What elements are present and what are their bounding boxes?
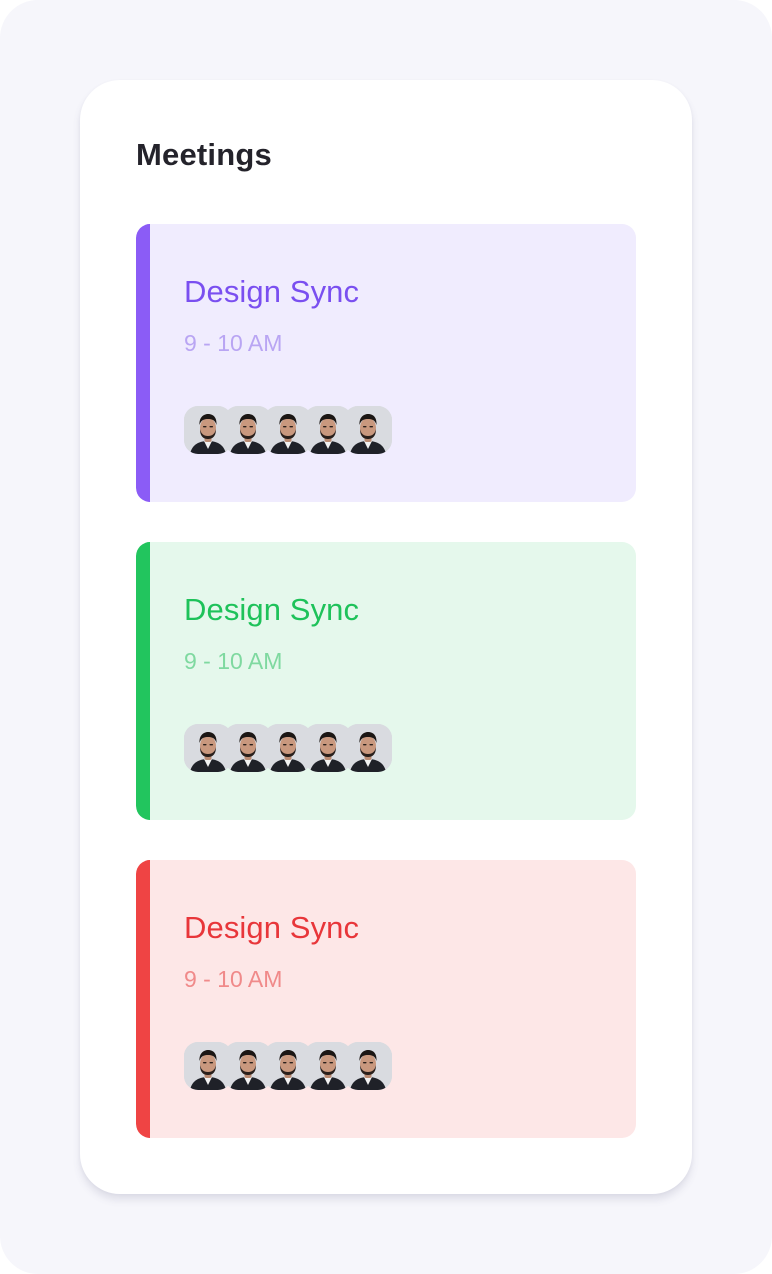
meeting-card[interactable]: Design Sync 9 - 10 AM — [136, 860, 636, 1138]
meeting-time: 9 - 10 AM — [184, 966, 283, 992]
meeting-time: 9 - 10 AM — [184, 648, 283, 674]
attendee-avatar[interactable] — [344, 724, 392, 772]
meeting-title: Design Sync — [184, 274, 360, 309]
app-frame: Meetings Design Sync 9 - 10 AM Design Sy… — [0, 0, 772, 1274]
page-title: Meetings — [136, 137, 272, 172]
attendee-avatar[interactable] — [344, 1042, 392, 1090]
attendee-avatar[interactable] — [344, 406, 392, 454]
meeting-time: 9 - 10 AM — [184, 330, 283, 356]
meeting-card[interactable]: Design Sync 9 - 10 AM — [136, 542, 636, 820]
meeting-title: Design Sync — [184, 592, 360, 627]
meeting-color-stripe — [136, 860, 150, 1138]
meetings-panel: Meetings Design Sync 9 - 10 AM Design Sy… — [80, 80, 692, 1194]
meeting-title: Design Sync — [184, 910, 360, 945]
meeting-color-stripe — [136, 224, 150, 502]
meeting-color-stripe — [136, 542, 150, 820]
meeting-card[interactable]: Design Sync 9 - 10 AM — [136, 224, 636, 502]
